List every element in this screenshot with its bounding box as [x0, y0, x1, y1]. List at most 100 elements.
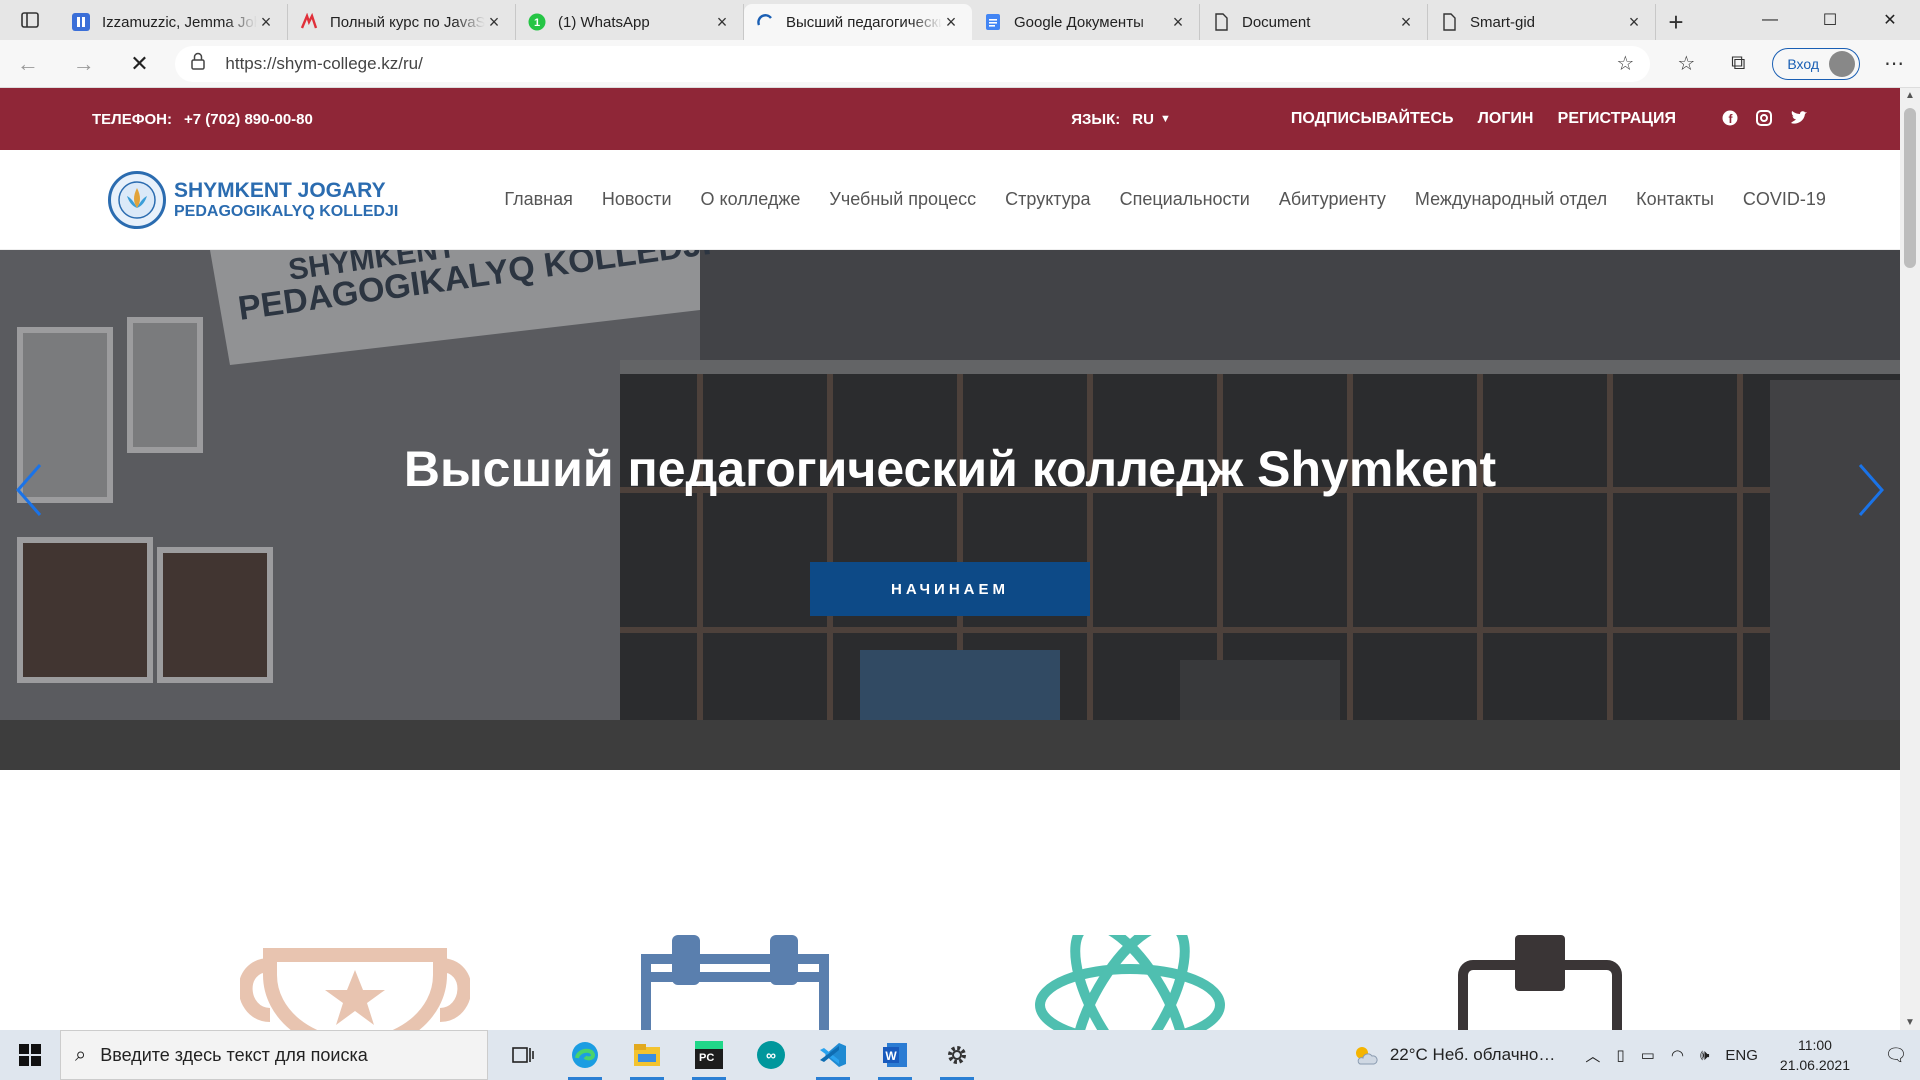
battery-icon[interactable]: ▭: [1641, 1046, 1655, 1064]
loading-spinner-icon: [756, 13, 774, 31]
menu-item-covid[interactable]: COVID-19: [1743, 189, 1826, 210]
windows-taskbar: ⌕ Введите здесь текст для поиска PC ∞ W …: [0, 1030, 1920, 1080]
slider-prev-arrow-icon[interactable]: [10, 460, 50, 520]
lock-icon[interactable]: [191, 52, 211, 75]
menu-item-applicants[interactable]: Абитуриенту: [1279, 189, 1386, 210]
file-explorer-icon[interactable]: [616, 1030, 678, 1080]
edge-icon[interactable]: [554, 1030, 616, 1080]
logo-line1: SHYMKENT JOGARY: [174, 178, 386, 202]
site-logo[interactable]: SHYMKENT JOGARY PEDAGOGIKALYQ KOLLEDJI: [108, 170, 399, 229]
web-page: ТЕЛЕФОН: +7 (702) 890-00-80 ЯЗЫК: RU ▼ П…: [0, 88, 1900, 1030]
logo-line2: PEDAGOGIKALYQ KOLLEDJI: [174, 202, 399, 220]
browser-tab-bar: Izzamuzzic, Jemma Johnson × Полный курс …: [0, 0, 1920, 40]
chevron-up-icon[interactable]: ︿: [1585, 1045, 1600, 1066]
menu-item-international[interactable]: Международный отдел: [1415, 189, 1607, 210]
language-value[interactable]: RU: [1132, 111, 1154, 128]
page-scrollbar[interactable]: ▲ ▼: [1900, 88, 1920, 1030]
input-language[interactable]: ENG: [1725, 1047, 1758, 1064]
new-tab-button[interactable]: +: [1656, 4, 1696, 40]
hero-slider: PEDAGOGIKALYQ KOLLEDJI SHYMKENT Высший п…: [0, 250, 1900, 770]
browser-tab[interactable]: Izzamuzzic, Jemma Johnson ×: [60, 4, 288, 40]
svg-text:1: 1: [534, 17, 540, 29]
phone-label: ТЕЛЕФОН:: [92, 110, 172, 128]
maximize-button[interactable]: ☐: [1800, 0, 1860, 40]
system-tray: 22°C Неб. облачно… ︿ ▯ ▭ ◠ 🕪 ENG 11:00 2…: [1352, 1035, 1920, 1075]
login-link[interactable]: ЛОГИН: [1478, 110, 1534, 127]
vscode-icon[interactable]: [802, 1030, 864, 1080]
tab-title: Высший педагогический колледж: [786, 13, 942, 31]
features-section: [0, 770, 1900, 1030]
menu-item-contacts[interactable]: Контакты: [1636, 189, 1714, 210]
tab-close-icon[interactable]: ×: [713, 13, 731, 31]
profile-signin-button[interactable]: Вход: [1772, 47, 1860, 80]
favorites-icon[interactable]: ☆: [1660, 40, 1712, 88]
address-bar[interactable]: https://shym-college.kz/ru/ ☆: [175, 45, 1651, 82]
taskbar-search-box[interactable]: ⌕ Введите здесь текст для поиска: [60, 1030, 488, 1080]
tab-title: Полный курс по JavaScript: [330, 13, 485, 31]
tab-close-icon[interactable]: ×: [942, 13, 960, 31]
tab-close-icon[interactable]: ×: [1397, 13, 1415, 31]
main-navigation: SHYMKENT JOGARY PEDAGOGIKALYQ KOLLEDJI Г…: [0, 150, 1900, 250]
menu-item-home[interactable]: Главная: [504, 189, 573, 210]
start-button[interactable]: НАЧИНАЕМ: [810, 562, 1090, 616]
browser-tab-active[interactable]: Высший педагогический колледж ×: [744, 4, 972, 40]
college-emblem-icon: [108, 170, 166, 229]
tab-close-icon[interactable]: ×: [485, 13, 503, 31]
device-icon[interactable]: ▯: [1616, 1046, 1624, 1064]
menu-item-study-process[interactable]: Учебный процесс: [829, 189, 976, 210]
back-button[interactable]: ←: [0, 40, 56, 88]
collections-icon[interactable]: ⧉: [1712, 40, 1764, 88]
settings-icon[interactable]: [926, 1030, 988, 1080]
menu-item-news[interactable]: Новости: [602, 189, 672, 210]
scrollbar-thumb[interactable]: [1904, 108, 1916, 268]
browser-tab[interactable]: Smart-gid ×: [1428, 4, 1656, 40]
notifications-icon[interactable]: 🗨: [1872, 1045, 1920, 1066]
tab-title: Document: [1242, 13, 1311, 31]
tab-close-icon[interactable]: ×: [257, 13, 275, 31]
clock[interactable]: 11:00 21.06.2021: [1780, 1035, 1850, 1075]
scroll-down-icon[interactable]: ▼: [1900, 1017, 1920, 1028]
task-view-icon[interactable]: [492, 1030, 554, 1080]
tab-close-icon[interactable]: ×: [1169, 13, 1187, 31]
minimize-button[interactable]: —: [1740, 0, 1800, 40]
close-window-button[interactable]: ✕: [1860, 0, 1920, 40]
calendar-icon: [641, 935, 829, 1030]
menu-item-specialties[interactable]: Специальности: [1120, 189, 1250, 210]
clock-time: 11:00: [1797, 1037, 1832, 1053]
facebook-icon[interactable]: f: [1722, 110, 1738, 129]
menu-item-about[interactable]: О колледже: [701, 189, 801, 210]
avatar: [1828, 50, 1855, 77]
browser-tab[interactable]: Document ×: [1200, 4, 1428, 40]
instagram-icon[interactable]: [1756, 109, 1772, 129]
pycharm-icon[interactable]: PC: [678, 1030, 740, 1080]
browser-tab[interactable]: Google Документы ×: [972, 4, 1200, 40]
add-favorite-icon[interactable]: ☆: [1616, 51, 1634, 76]
phone-number[interactable]: +7 (702) 890-00-80: [184, 111, 313, 128]
menu-item-structure[interactable]: Структура: [1005, 189, 1090, 210]
windows-start-icon[interactable]: [0, 1030, 60, 1080]
register-link[interactable]: РЕГИСТРАЦИЯ: [1558, 110, 1676, 127]
browser-tab[interactable]: Полный курс по JavaScript ×: [288, 4, 516, 40]
page-icon: [1440, 13, 1458, 31]
tab-actions-icon[interactable]: [0, 0, 60, 40]
scroll-up-icon[interactable]: ▲: [1900, 90, 1920, 101]
twitter-icon[interactable]: [1790, 110, 1808, 129]
more-menu-icon[interactable]: ⋯: [1868, 40, 1920, 88]
hero-title: Высший педагогический колледж Shymkent: [403, 441, 1497, 497]
wifi-icon[interactable]: ◠: [1671, 1046, 1684, 1064]
language-selector[interactable]: ЯЗЫК: RU ▼: [1071, 111, 1171, 128]
subscribe-link[interactable]: ПОДПИСЫВАЙТЕСЬ: [1291, 110, 1454, 127]
word-icon[interactable]: W: [864, 1030, 926, 1080]
page-icon: [1212, 13, 1230, 31]
slider-next-arrow-icon[interactable]: [1850, 460, 1890, 520]
weather-widget[interactable]: 22°C Неб. облачно…: [1352, 1044, 1555, 1066]
tab-close-icon[interactable]: ×: [1625, 13, 1643, 31]
url-text[interactable]: https://shym-college.kz/ru/: [225, 54, 1616, 74]
stop-loading-button[interactable]: ✕: [112, 40, 168, 88]
svg-text:∞: ∞: [766, 1047, 776, 1063]
forward-button[interactable]: →: [56, 40, 112, 88]
volume-icon[interactable]: 🕪: [1700, 1047, 1709, 1064]
browser-tab[interactable]: 1 (1) WhatsApp ×: [516, 4, 744, 40]
site-topbar: ТЕЛЕФОН: +7 (702) 890-00-80 ЯЗЫК: RU ▼ П…: [0, 88, 1900, 150]
arduino-icon[interactable]: ∞: [740, 1030, 802, 1080]
